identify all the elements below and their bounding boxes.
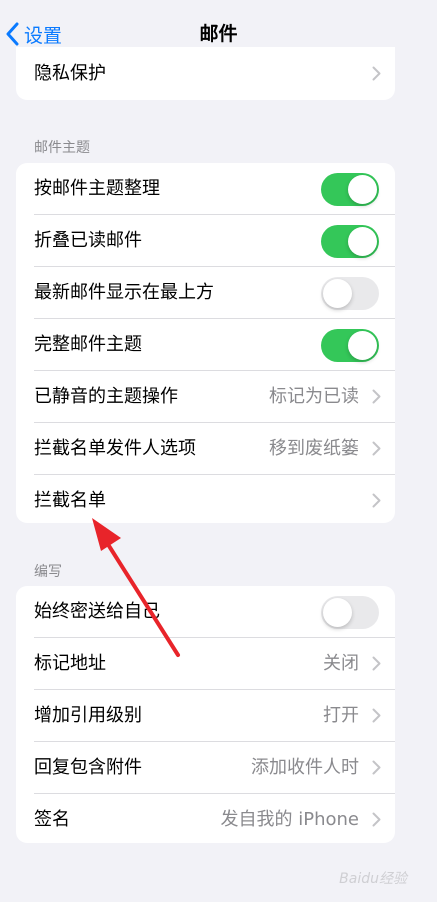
toggle-knob [348, 175, 377, 204]
chevron-right-icon [372, 389, 381, 404]
row-label: 最新邮件显示在最上方 [34, 282, 214, 303]
row-label: 回复包含附件 [34, 757, 142, 778]
always-bcc-myself-toggle[interactable] [321, 596, 379, 629]
chevron-left-icon [6, 22, 19, 46]
privacy-label: 隐私保护 [34, 63, 106, 84]
row-value: 发自我的 iPhone [220, 809, 359, 830]
row-label: 按邮件主题整理 [34, 178, 160, 199]
row-label: 完整邮件主题 [34, 334, 142, 355]
row-value: 移到废纸篓 [269, 438, 359, 459]
blocked-list-row[interactable]: 拦截名单 [16, 475, 395, 523]
row-label: 折叠已读邮件 [34, 230, 142, 251]
collapse-read-toggle[interactable] [321, 225, 379, 258]
organize-by-thread-row: 按邮件主题整理 [16, 163, 395, 215]
row-label: 始终密送给自己 [34, 601, 160, 622]
row-value: 添加收件人时 [251, 757, 359, 778]
row-label: 已静音的主题操作 [34, 386, 178, 407]
back-button[interactable]: 设置 [6, 20, 62, 48]
row-label: 标记地址 [34, 653, 106, 674]
complete-threads-row: 完整邮件主题 [16, 319, 395, 371]
row-label: 拦截名单 [34, 490, 106, 511]
chevron-right-icon [372, 708, 381, 723]
chevron-right-icon [372, 66, 381, 81]
row-value: 打开 [323, 705, 359, 726]
chevron-right-icon [372, 812, 381, 827]
chevron-right-icon [372, 760, 381, 775]
watermark: Baidu经验 [339, 871, 407, 887]
row-label: 拦截名单发件人选项 [34, 438, 196, 459]
section-header-composing: 编写 [34, 564, 62, 580]
signature-row[interactable]: 签名 发自我的 iPhone [16, 794, 395, 843]
increase-quote-level-row[interactable]: 增加引用级别 打开 [16, 690, 395, 742]
most-recent-on-top-row: 最新邮件显示在最上方 [16, 267, 395, 319]
composing-group: 始终密送给自己 标记地址 关闭 增加引用级别 打开 回复包含附件 添加收件人时 … [16, 586, 395, 843]
collapse-read-row: 折叠已读邮件 [16, 215, 395, 267]
section-header-threading: 邮件主题 [34, 140, 90, 156]
row-value: 标记为已读 [269, 386, 359, 407]
row-label: 增加引用级别 [34, 705, 142, 726]
complete-threads-toggle[interactable] [321, 329, 379, 362]
privacy-group: 隐私保护 [16, 47, 395, 100]
blocked-sender-options-row[interactable]: 拦截名单发件人选项 移到废纸篓 [16, 423, 395, 475]
chevron-right-icon [372, 493, 381, 508]
row-label: 签名 [34, 809, 70, 830]
include-attachments-row[interactable]: 回复包含附件 添加收件人时 [16, 742, 395, 794]
page-title: 邮件 [199, 23, 238, 45]
most-recent-on-top-toggle[interactable] [321, 277, 379, 310]
toggle-knob [348, 227, 377, 256]
row-value: 关闭 [323, 653, 359, 674]
chevron-right-icon [372, 656, 381, 671]
muted-thread-action-row[interactable]: 已静音的主题操作 标记为已读 [16, 371, 395, 423]
toggle-knob [348, 331, 377, 360]
toggle-knob [323, 279, 352, 308]
mark-addresses-row[interactable]: 标记地址 关闭 [16, 638, 395, 690]
organize-by-thread-toggle[interactable] [321, 173, 379, 206]
back-label: 设置 [24, 24, 63, 47]
threading-group: 按邮件主题整理 折叠已读邮件 最新邮件显示在最上方 完整邮件主题 已静音的主题操… [16, 163, 395, 523]
privacy-row[interactable]: 隐私保护 [16, 47, 395, 100]
always-bcc-myself-row: 始终密送给自己 [16, 586, 395, 638]
toggle-knob [323, 598, 352, 627]
chevron-right-icon [372, 441, 381, 456]
